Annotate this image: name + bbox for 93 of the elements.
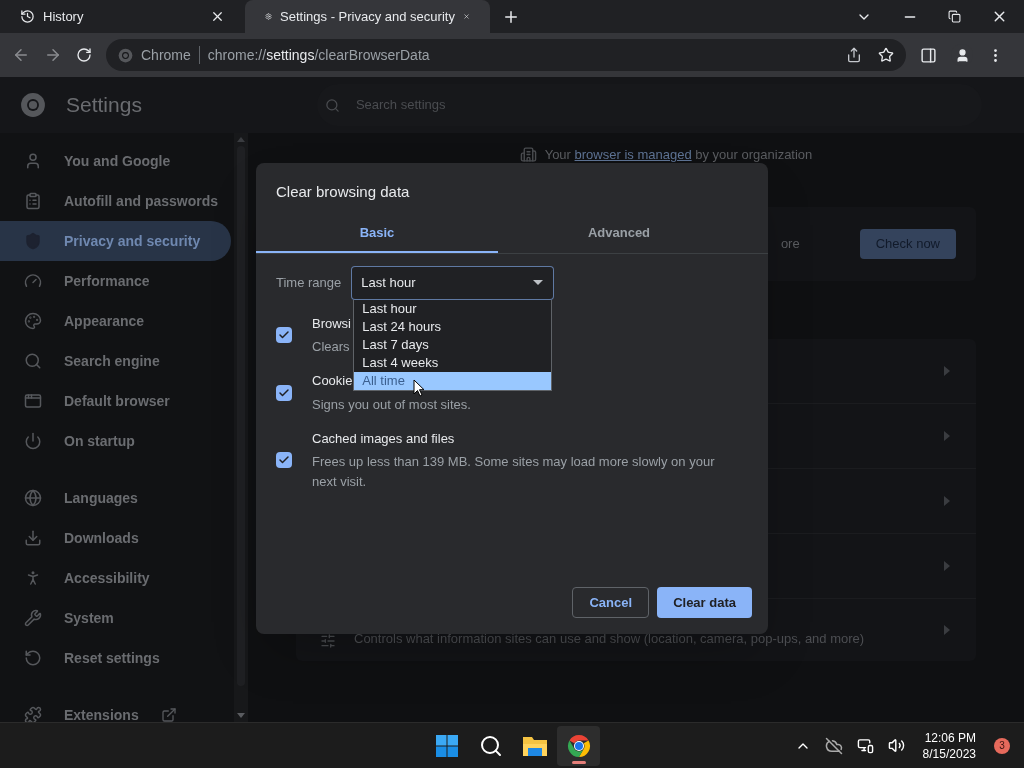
windows-start-icon — [434, 733, 459, 758]
power-icon — [24, 432, 42, 450]
time-range-option[interactable]: All time — [354, 371, 552, 390]
arrow-right-icon — [944, 365, 950, 376]
chrome-logo-icon — [566, 733, 591, 758]
back-icon[interactable] — [12, 46, 30, 64]
managed-link[interactable]: browser is managed — [574, 147, 692, 162]
cloud-off-icon[interactable] — [824, 736, 843, 755]
sidebar-item[interactable]: Accessibility — [0, 558, 234, 598]
history-icon — [20, 9, 35, 24]
download-icon — [24, 529, 42, 547]
dialog-tab[interactable]: Basic — [256, 215, 498, 253]
person-icon — [24, 152, 42, 170]
managed-notice: Your browser is managed by your organization — [544, 146, 813, 164]
item-description: Clears — [312, 338, 350, 356]
sidebar-item[interactable]: Autofill and passwords — [0, 181, 234, 221]
item-title: Cached images and files — [312, 429, 455, 448]
sidebar-item[interactable]: On startup — [0, 421, 234, 461]
side-panel-icon[interactable] — [920, 46, 937, 64]
sidebar-item[interactable]: Search engine — [0, 341, 234, 381]
item-description: Signs you out of most sites. — [312, 395, 471, 414]
chrome-logo-icon — [118, 47, 133, 63]
arrow-right-icon — [944, 430, 950, 441]
shield-icon — [24, 232, 42, 250]
restore-icon[interactable] — [948, 10, 961, 23]
clipboard-icon — [24, 192, 42, 210]
gauge-icon — [24, 272, 42, 290]
clear-data-button[interactable]: Clear data — [657, 587, 752, 618]
sidebar-item[interactable]: Privacy and security — [0, 221, 231, 261]
wrench-icon — [24, 609, 42, 627]
browser-tab[interactable]: Settings - Privacy and security — [245, 0, 490, 33]
check-icon — [278, 386, 290, 399]
search-icon — [24, 352, 42, 370]
building-icon — [519, 146, 537, 164]
safety-check-text: ore — [780, 234, 800, 253]
item-title: Browsi — [312, 314, 351, 333]
forward-icon[interactable] — [44, 46, 62, 64]
sidebar-item[interactable]: Appearance — [0, 301, 234, 341]
globe-icon — [24, 489, 42, 507]
sidebar-item[interactable]: Downloads — [0, 518, 234, 558]
volume-icon[interactable] — [887, 737, 905, 754]
sidebar-item[interactable]: Extensions — [0, 695, 234, 722]
time-range-option[interactable]: Last 7 days — [354, 335, 552, 354]
browser-tab[interactable]: History — [0, 0, 245, 33]
checkbox[interactable] — [276, 452, 292, 469]
arrow-right-icon — [944, 495, 950, 506]
sidebar-item[interactable]: You and Google — [0, 141, 234, 181]
mouse-pointer-icon — [413, 379, 425, 397]
network-icon[interactable] — [856, 737, 874, 754]
time-range-option[interactable]: Last hour — [354, 299, 552, 318]
scrollbar[interactable] — [234, 133, 248, 722]
reload-icon[interactable] — [76, 47, 92, 63]
sidebar-item[interactable]: Performance — [0, 261, 234, 301]
time-range-label: Time range — [276, 273, 342, 292]
checkbox[interactable] — [276, 384, 292, 401]
tab-title: Settings - Privacy and security — [280, 7, 455, 26]
tab-title: History — [43, 7, 85, 26]
star-icon[interactable] — [878, 47, 894, 63]
clock[interactable]: 12:06 PM 8/15/2023 — [918, 729, 980, 762]
sidebar-item[interactable]: System — [0, 598, 234, 638]
notification-badge[interactable]: 3 — [994, 737, 1010, 754]
sidebar-item[interactable]: Default browser — [0, 381, 234, 421]
dialog-title: Clear browsing data — [276, 182, 411, 202]
puzzle-icon — [24, 706, 42, 722]
time-range-option[interactable]: Last 4 weeks — [354, 353, 552, 372]
share-icon[interactable] — [846, 47, 862, 63]
arrow-right-icon — [944, 560, 950, 571]
time-range-option[interactable]: Last 24 hours — [354, 317, 552, 336]
folder-icon — [521, 734, 548, 757]
cancel-button[interactable]: Cancel — [572, 587, 650, 618]
search-icon — [324, 97, 340, 113]
palette-icon — [24, 312, 42, 330]
dialog-tab[interactable]: Advanced — [498, 215, 740, 253]
settings-title: Settings — [66, 92, 142, 119]
time-range-select[interactable]: Last hour — [351, 265, 555, 300]
address-bar[interactable]: Chrome chrome://settings/clearBrowserData — [106, 39, 906, 71]
arrow-right-icon — [944, 624, 950, 635]
url-text: chrome://settings/clearBrowserData — [207, 45, 430, 65]
site-label: Chrome — [141, 45, 191, 65]
item-description: Frees up less than 139 MB. Some sites may load more slowly on your next visit. — [312, 453, 716, 491]
sidebar-item[interactable]: Reset settings — [0, 638, 234, 678]
window-icon — [24, 392, 42, 410]
sliders-icon — [320, 632, 336, 649]
checkbox[interactable] — [276, 327, 292, 344]
external-link-icon — [160, 707, 177, 722]
taskbar-app[interactable] — [557, 725, 600, 766]
history-icon — [24, 649, 42, 667]
sidebar-item[interactable]: Languages — [0, 478, 234, 518]
close-icon[interactable] — [210, 9, 225, 24]
scroll-down-arrow-icon[interactable] — [237, 713, 245, 718]
item-title: Cookie — [312, 372, 353, 390]
chrome-logo-icon — [20, 92, 46, 118]
search-icon — [478, 733, 503, 758]
